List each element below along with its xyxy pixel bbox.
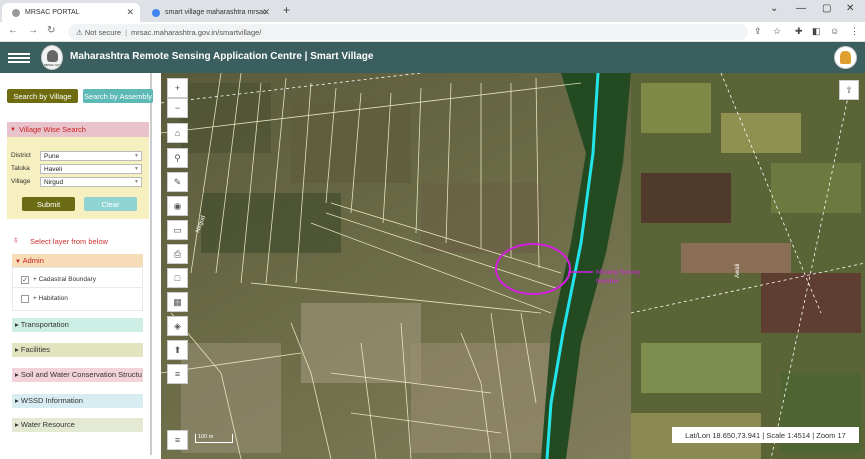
logo-text: MRSAC GOM xyxy=(44,63,62,67)
village-select[interactable]: Nirgud ▼ xyxy=(40,177,142,187)
tab-mrsac-portal[interactable]: MRSAC PORTAL ✕ xyxy=(2,3,140,22)
scale-bar: 100 m xyxy=(195,434,233,443)
url-text: mrsac.maharashtra.gov.in/smartvillage/ xyxy=(131,27,262,37)
compass-icon[interactable]: ⬆ xyxy=(167,340,188,360)
dropdown-arrow-icon: ▼ xyxy=(134,153,139,159)
sidebar-toggle-icon[interactable] xyxy=(8,51,30,65)
clear-button[interactable]: Clear xyxy=(84,197,137,211)
emblem-logo xyxy=(834,46,857,69)
app-header: MRSAC GOM Maharashtra Remote Sensing App… xyxy=(0,42,865,73)
browser-tab-bar: MRSAC PORTAL ✕ smart village maharashtra… xyxy=(0,0,865,22)
back-icon[interactable]: ← xyxy=(8,25,18,36)
group-soil-water[interactable]: ▸ Soil and Water Conservation Structu xyxy=(12,368,143,382)
layer-hint: Select layer from below xyxy=(30,237,108,246)
zoom-out-button[interactable]: − xyxy=(167,98,188,118)
warning-icon: ⚠ xyxy=(76,27,85,37)
search-icon[interactable]: ⚲ xyxy=(167,148,188,168)
maximize-icon[interactable]: ▢ xyxy=(822,3,831,14)
map-menu-icon[interactable]: ≡ xyxy=(167,430,188,450)
minimize-icon[interactable]: — xyxy=(796,3,806,14)
group-water-resource[interactable]: ▸ Water Resource xyxy=(12,418,143,432)
map-status-bar: Lat/Lon 18.650,73.941 | Scale 1:4514 | Z… xyxy=(672,427,859,443)
panel-title: Village Wise Search xyxy=(18,125,86,134)
taluka-value: Haveli xyxy=(44,166,63,173)
reload-icon[interactable]: ↻ xyxy=(47,25,55,36)
close-tab-icon[interactable]: ✕ xyxy=(262,7,270,18)
district-select[interactable]: Pune ▼ xyxy=(40,151,142,161)
tab-favicon-icon xyxy=(12,8,20,17)
layer-item-habitation: + Habitation xyxy=(12,287,143,311)
locate-icon[interactable]: ◉ xyxy=(167,196,188,216)
group-facilities[interactable]: ▸ Facilities xyxy=(12,343,143,357)
satellite-map[interactable]: Nirgud Awali xyxy=(161,73,865,459)
basemap-layers-icon[interactable]: ◈ xyxy=(167,316,188,336)
district-value: Pune xyxy=(44,153,60,160)
taluka-select[interactable]: Haveli ▼ xyxy=(40,164,142,174)
tab-title: MRSAC PORTAL xyxy=(25,9,80,16)
layers-card-icon[interactable]: ▭ xyxy=(167,220,188,240)
profile-icon[interactable]: ☺ xyxy=(830,26,839,36)
habitation-checkbox[interactable] xyxy=(21,295,29,303)
bookmark-star-icon[interactable]: ☆ xyxy=(773,26,781,37)
submit-button[interactable]: Submit xyxy=(22,197,75,211)
admin-group-label: Admin xyxy=(22,256,44,265)
district-label: District xyxy=(11,152,31,159)
group-transportation[interactable]: ▸ Transportation xyxy=(12,318,143,332)
forward-icon[interactable]: → xyxy=(28,25,38,36)
village-search-panel-header[interactable]: ▼ Village Wise Search xyxy=(7,122,149,137)
dropdown-arrow-icon: ▼ xyxy=(134,179,139,185)
village-label: Village xyxy=(11,178,31,185)
legend-icon[interactable]: ≡ xyxy=(167,364,188,384)
home-button[interactable]: ⌂ xyxy=(167,123,188,143)
page-title: Maharashtra Remote Sensing Application C… xyxy=(70,51,374,62)
tab-search-icon[interactable]: ⌄ xyxy=(770,3,778,14)
extensions-icon[interactable]: ✚ xyxy=(795,26,803,37)
google-icon xyxy=(152,8,160,17)
upload-icon[interactable]: ⇧ xyxy=(839,80,859,100)
map-toolbar: + − ⌂ ⚲ ✎ ◉ ▭ ⎙ □ ▦ ◈ ⬆ ≡ ≡ xyxy=(167,78,189,450)
group-wssd-information[interactable]: ▸ WSSD Information xyxy=(12,394,143,408)
security-label: Not secure xyxy=(84,27,122,37)
mrsac-logo: MRSAC GOM xyxy=(41,45,63,70)
close-tab-icon[interactable]: ✕ xyxy=(126,7,134,18)
print-icon[interactable]: ⎙ xyxy=(167,244,188,264)
side-panel-icon[interactable]: ◧ xyxy=(812,26,821,37)
zoom-in-button[interactable]: + xyxy=(167,78,188,98)
search-by-village-button[interactable]: Search by Village xyxy=(7,89,78,103)
close-window-icon[interactable]: ✕ xyxy=(846,3,854,14)
layer-select-icon: ♁ xyxy=(12,235,20,246)
missing-survey-annotation: Missing Survey Number xyxy=(596,269,641,285)
map-imagery: Nirgud Awali xyxy=(161,73,865,459)
grid-icon[interactable]: ▦ xyxy=(167,292,188,312)
draw-pen-icon[interactable]: ✎ xyxy=(167,172,188,192)
layer-label: + Cadastral Boundary xyxy=(33,276,97,283)
menu-icon[interactable]: ⋮ xyxy=(850,26,859,37)
tab-title: smart village maharashtra mrsac xyxy=(165,9,267,16)
fullscreen-icon[interactable]: □ xyxy=(167,268,188,288)
village-value: Nirgud xyxy=(44,179,64,186)
layer-label: + Habitation xyxy=(33,295,68,302)
taluka-label: Taluka xyxy=(11,165,30,172)
dropdown-arrow-icon: ▼ xyxy=(134,166,139,172)
url-field[interactable]: ⚠ Not secure | mrsac.maharashtra.gov.in/… xyxy=(68,24,748,40)
tab-smart-village-search[interactable]: smart village maharashtra mrsac ✕ xyxy=(142,3,276,22)
share-icon[interactable]: ⇪ xyxy=(754,26,762,37)
cadastral-checkbox[interactable]: ✓ xyxy=(21,276,29,284)
caret-down-icon: ▼ xyxy=(10,126,16,133)
new-tab-button[interactable]: + xyxy=(283,3,290,17)
caret-down-icon: ▼ xyxy=(15,259,23,265)
parcel-label-awali: Awali xyxy=(735,264,741,278)
url-separator: | xyxy=(125,27,128,37)
address-bar: ← → ↻ ⚠ Not secure | mrsac.maharashtra.g… xyxy=(0,22,865,42)
admin-group-header[interactable]: ▼ Admin xyxy=(12,254,143,267)
search-by-assembly-button[interactable]: Search by Assembly xyxy=(83,89,153,103)
